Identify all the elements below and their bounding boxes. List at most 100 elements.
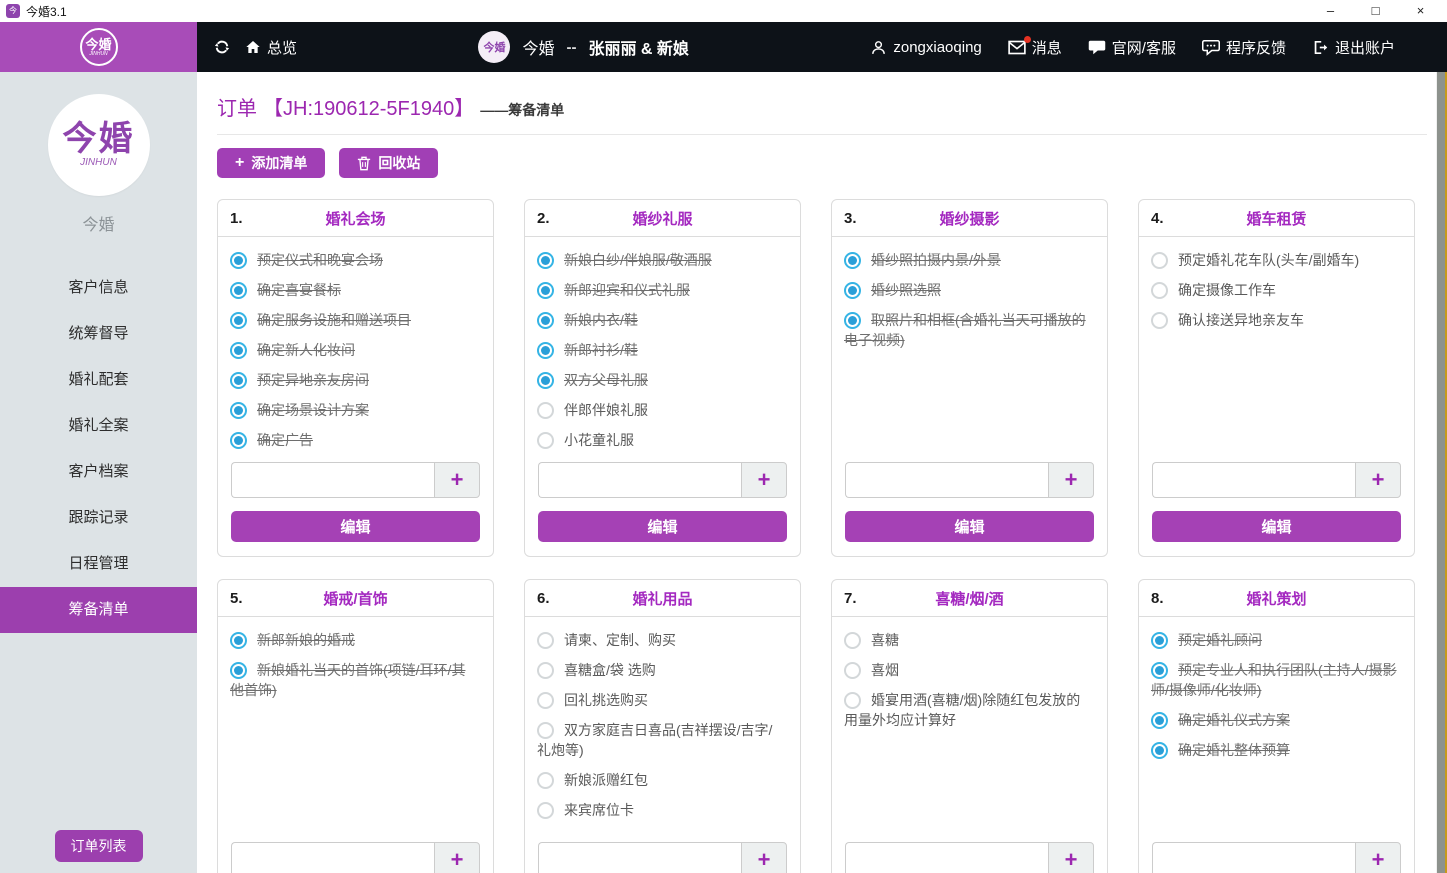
checklist-item[interactable]: 确定广告 [230, 430, 479, 450]
radio-icon[interactable] [230, 402, 247, 419]
nav-messages[interactable]: 消息 [1008, 37, 1062, 58]
add-item-button[interactable]: + [1048, 462, 1094, 498]
checklist-item[interactable]: 小花童礼服 [537, 430, 786, 450]
sidebar-item[interactable]: 客户档案 [0, 449, 197, 495]
checklist-item[interactable]: 预定专业人和执行团队(主持人/摄影师/摄像师/化妆师) [1151, 660, 1400, 700]
radio-icon[interactable] [1151, 742, 1168, 759]
radio-icon[interactable] [537, 632, 554, 649]
checklist-item[interactable]: 确定服务设施和赠送项目 [230, 310, 479, 330]
radio-icon[interactable] [1151, 252, 1168, 269]
checklist-item[interactable]: 新娘内衣/鞋 [537, 310, 786, 330]
checklist-item[interactable]: 预定异地亲友房间 [230, 370, 479, 390]
checklist-item[interactable]: 婚纱照选照 [844, 280, 1093, 300]
radio-icon[interactable] [537, 252, 554, 269]
checklist-item[interactable]: 新娘派赠红包 [537, 770, 786, 790]
radio-icon[interactable] [844, 692, 861, 709]
checklist-item[interactable]: 确定喜宴餐标 [230, 280, 479, 300]
checklist-item[interactable]: 确定婚礼仪式方案 [1151, 710, 1400, 730]
add-item-button[interactable]: + [741, 842, 787, 873]
checklist-item[interactable]: 喜烟 [844, 660, 1093, 680]
nav-overview[interactable]: 总览 [245, 37, 297, 58]
checklist-item[interactable]: 新郎衬衫/鞋 [537, 340, 786, 360]
sidebar-item[interactable]: 日程管理 [0, 541, 197, 587]
sidebar-item[interactable]: 客户信息 [0, 265, 197, 311]
checklist-item[interactable]: 回礼挑选购买 [537, 690, 786, 710]
checklist-item[interactable]: 预定仪式和晚宴会场 [230, 250, 479, 270]
edit-button[interactable]: 编辑 [845, 511, 1094, 542]
new-item-input[interactable] [1152, 842, 1355, 873]
radio-icon[interactable] [230, 282, 247, 299]
checklist-item[interactable]: 新娘白纱/伴娘服/敬酒服 [537, 250, 786, 270]
order-list-button[interactable]: 订单列表 [55, 830, 143, 862]
maximize-button[interactable]: □ [1353, 0, 1398, 22]
checklist-item[interactable]: 来宾席位卡 [537, 800, 786, 820]
checklist-item[interactable]: 新郎迎宾和仪式礼服 [537, 280, 786, 300]
checklist-item[interactable]: 预定婚礼花车队(头车/副婚车) [1151, 250, 1400, 270]
checklist-item[interactable]: 双方家庭吉日喜品(吉祥摆设/吉字/礼炮等) [537, 720, 786, 760]
new-item-input[interactable] [231, 842, 434, 873]
add-item-button[interactable]: + [1355, 842, 1401, 873]
nav-logout[interactable]: 退出账户 [1312, 37, 1395, 58]
radio-icon[interactable] [844, 662, 861, 679]
radio-icon[interactable] [230, 342, 247, 359]
checklist-item[interactable]: 双方父母礼服 [537, 370, 786, 390]
checklist-item[interactable]: 取照片和相框(含婚礼当天可播放的电子视频) [844, 310, 1093, 350]
radio-icon[interactable] [230, 372, 247, 389]
checklist-item[interactable]: 新郎新娘的婚戒 [230, 630, 479, 650]
radio-icon[interactable] [537, 402, 554, 419]
new-item-input[interactable] [538, 462, 741, 498]
new-item-input[interactable] [231, 462, 434, 498]
nav-service[interactable]: 官网/客服 [1088, 37, 1176, 58]
close-button[interactable]: × [1398, 0, 1443, 22]
radio-icon[interactable] [1151, 282, 1168, 299]
checklist-item[interactable]: 喜糖盒/袋 选购 [537, 660, 786, 680]
checklist-item[interactable]: 伴郎伴娘礼服 [537, 400, 786, 420]
refresh-icon[interactable] [213, 38, 231, 56]
radio-icon[interactable] [1151, 662, 1168, 679]
edit-button[interactable]: 编辑 [231, 511, 480, 542]
sidebar-item[interactable]: 统筹督导 [0, 311, 197, 357]
checklist-item[interactable]: 预定婚礼顾问 [1151, 630, 1400, 650]
checklist-item[interactable]: 确定摄像工作车 [1151, 280, 1400, 300]
sidebar-item[interactable]: 跟踪记录 [0, 495, 197, 541]
radio-icon[interactable] [537, 432, 554, 449]
checklist-item[interactable]: 婚宴用酒(喜糖/烟)除随红包发放的用量外均应计算好 [844, 690, 1093, 730]
radio-icon[interactable] [230, 662, 247, 679]
add-item-button[interactable]: + [741, 462, 787, 498]
sidebar-item[interactable]: 婚礼配套 [0, 357, 197, 403]
radio-icon[interactable] [844, 312, 861, 329]
checklist-item[interactable]: 确定场景设计方案 [230, 400, 479, 420]
edit-button[interactable]: 编辑 [538, 511, 787, 542]
radio-icon[interactable] [537, 802, 554, 819]
add-item-button[interactable]: + [434, 462, 480, 498]
edit-button[interactable]: 编辑 [1152, 511, 1401, 542]
radio-icon[interactable] [230, 312, 247, 329]
radio-icon[interactable] [537, 282, 554, 299]
checklist-item[interactable]: 确认接送异地亲友车 [1151, 310, 1400, 330]
add-list-button[interactable]: + 添加清单 [217, 148, 325, 178]
radio-icon[interactable] [537, 772, 554, 789]
checklist-item[interactable]: 请柬、定制、购买 [537, 630, 786, 650]
checklist-item[interactable]: 新娘婚礼当天的首饰(项链/耳环/其他首饰) [230, 660, 479, 700]
radio-icon[interactable] [537, 662, 554, 679]
radio-icon[interactable] [844, 282, 861, 299]
sidebar-item[interactable]: 婚礼全案 [0, 403, 197, 449]
checklist-item[interactable]: 喜糖 [844, 630, 1093, 650]
minimize-button[interactable]: – [1308, 0, 1353, 22]
checklist-item[interactable]: 婚纱照拍摄内景/外景 [844, 250, 1093, 270]
radio-icon[interactable] [537, 692, 554, 709]
radio-icon[interactable] [230, 252, 247, 269]
checklist-item[interactable]: 确定新人化妆间 [230, 340, 479, 360]
radio-icon[interactable] [537, 372, 554, 389]
radio-icon[interactable] [844, 252, 861, 269]
add-item-button[interactable]: + [1355, 462, 1401, 498]
radio-icon[interactable] [1151, 312, 1168, 329]
new-item-input[interactable] [538, 842, 741, 873]
new-item-input[interactable] [845, 842, 1048, 873]
radio-icon[interactable] [844, 632, 861, 649]
radio-icon[interactable] [1151, 712, 1168, 729]
radio-icon[interactable] [230, 632, 247, 649]
add-item-button[interactable]: + [434, 842, 480, 873]
checklist-item[interactable]: 确定婚礼整体预算 [1151, 740, 1400, 760]
new-item-input[interactable] [1152, 462, 1355, 498]
